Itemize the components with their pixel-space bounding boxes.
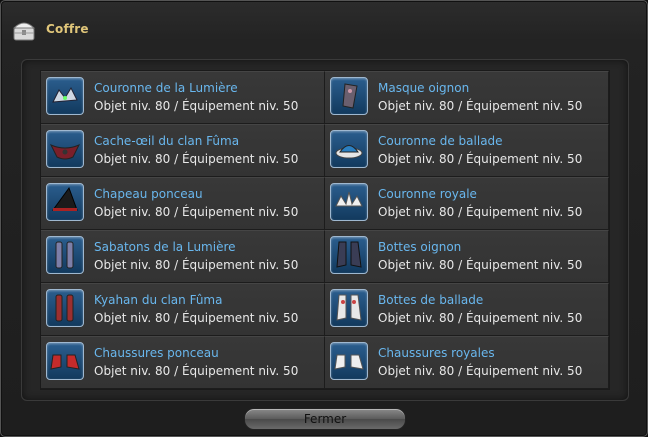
item-name: Bottes de ballade [378, 293, 484, 307]
close-button[interactable]: Fermer [244, 408, 406, 430]
reward-item[interactable]: Couronne royale Objet niv. 80 / Équipeme… [325, 177, 609, 230]
reward-item[interactable]: Sabatons de la Lumière Objet niv. 80 / É… [41, 230, 325, 283]
item-level: Objet niv. 80 / Équipement niv. 50 [378, 311, 583, 325]
crown-icon [46, 77, 84, 115]
item-name: Chaussures royales [378, 346, 495, 360]
reward-item[interactable]: Kyahan du clan Fûma Objet niv. 80 / Équi… [41, 283, 325, 336]
reward-item[interactable]: Chaussures ponceau Objet niv. 80 / Équip… [41, 336, 325, 389]
shoes-icon [330, 342, 368, 380]
reward-item[interactable]: Couronne de ballade Objet niv. 80 / Équi… [325, 124, 609, 177]
item-name: Chaussures ponceau [94, 346, 219, 360]
hat-icon [330, 130, 368, 168]
item-level: Objet niv. 80 / Équipement niv. 50 [378, 364, 583, 378]
crown-icon [330, 183, 368, 221]
chest-window: Coffre Couronne de la Lumière Objet niv.… [0, 0, 648, 437]
item-level: Objet niv. 80 / Équipement niv. 50 [94, 205, 299, 219]
reward-item[interactable]: Masque oignon Objet niv. 80 / Équipement… [325, 71, 609, 124]
boots-icon [330, 289, 368, 327]
item-name: Bottes oignon [378, 240, 462, 254]
reward-list-panel: Couronne de la Lumière Objet niv. 80 / É… [21, 59, 629, 401]
mask-icon [330, 77, 368, 115]
reward-item[interactable]: Chapeau ponceau Objet niv. 80 / Équipeme… [41, 177, 325, 230]
title-bar[interactable]: Coffre [1, 1, 647, 53]
item-name: Kyahan du clan Fûma [94, 293, 223, 307]
reward-item[interactable]: Bottes de ballade Objet niv. 80 / Équipe… [325, 283, 609, 336]
reward-item[interactable]: Cache-œil du clan Fûma Objet niv. 80 / É… [41, 124, 325, 177]
item-level: Objet niv. 80 / Équipement niv. 50 [378, 152, 583, 166]
chest-icon [11, 17, 39, 43]
item-level: Objet niv. 80 / Équipement niv. 50 [94, 152, 299, 166]
item-level: Objet niv. 80 / Équipement niv. 50 [94, 364, 299, 378]
leg-wraps-icon [46, 289, 84, 327]
item-name: Couronne de la Lumière [94, 81, 238, 95]
sabatons-icon [46, 236, 84, 274]
reward-item[interactable]: Bottes oignon Objet niv. 80 / Équipement… [325, 230, 609, 283]
item-level: Objet niv. 80 / Équipement niv. 50 [378, 205, 583, 219]
item-name: Couronne royale [378, 187, 477, 201]
item-name: Chapeau ponceau [94, 187, 203, 201]
eyepatch-icon [46, 130, 84, 168]
item-level: Objet niv. 80 / Équipement niv. 50 [378, 99, 583, 113]
shoes-icon [46, 342, 84, 380]
item-level: Objet niv. 80 / Équipement niv. 50 [94, 258, 299, 272]
item-name: Cache-œil du clan Fûma [94, 134, 240, 148]
item-name: Masque oignon [378, 81, 470, 95]
item-level: Objet niv. 80 / Équipement niv. 50 [378, 258, 583, 272]
item-level: Objet niv. 80 / Équipement niv. 50 [94, 99, 299, 113]
reward-item[interactable]: Chaussures royales Objet niv. 80 / Équip… [325, 336, 609, 389]
reward-item[interactable]: Couronne de la Lumière Objet niv. 80 / É… [41, 71, 325, 124]
boots-icon [330, 236, 368, 274]
pointed-hat-icon [46, 183, 84, 221]
item-name: Couronne de ballade [378, 134, 503, 148]
item-name: Sabatons de la Lumière [94, 240, 236, 254]
window-title: Coffre [46, 22, 89, 36]
reward-grid: Couronne de la Lumière Objet niv. 80 / É… [40, 70, 610, 390]
item-level: Objet niv. 80 / Équipement niv. 50 [94, 311, 299, 325]
